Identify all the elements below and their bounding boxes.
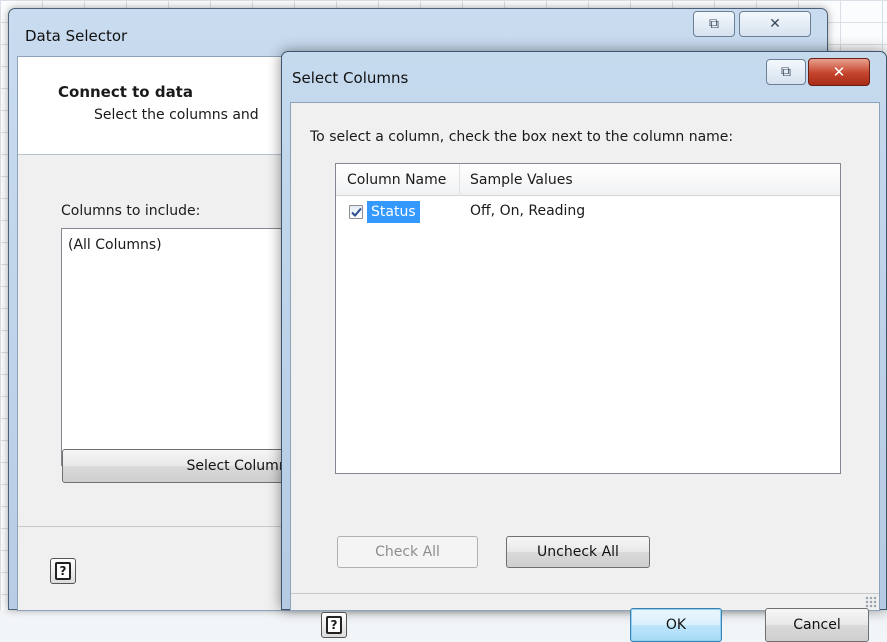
window-title: Data Selector bbox=[25, 27, 128, 45]
select-columns-client: To select a column, check the box next t… bbox=[290, 102, 880, 642]
close-icon: ✕ bbox=[832, 63, 846, 81]
resize-grip[interactable] bbox=[865, 596, 877, 608]
instruction-text: To select a column, check the box next t… bbox=[310, 129, 734, 145]
restore-button[interactable]: ⧉ bbox=[766, 59, 806, 85]
restore-icon: ⧉ bbox=[781, 64, 791, 80]
columns-listview[interactable]: Column Name Sample Values Status Off, On… bbox=[335, 163, 841, 474]
columns-list[interactable]: (All Columns) bbox=[61, 228, 291, 466]
check-all-button[interactable]: Check All bbox=[337, 536, 478, 568]
select-columns-button[interactable]: Select Columns bbox=[62, 449, 302, 483]
close-button[interactable]: ✕ bbox=[739, 11, 811, 37]
help-button[interactable]: ? bbox=[50, 558, 76, 584]
listview-header: Column Name Sample Values bbox=[336, 164, 840, 196]
header-title: Connect to data bbox=[58, 83, 193, 101]
help-icon: ? bbox=[55, 562, 71, 580]
column-header-name[interactable]: Column Name bbox=[347, 172, 446, 188]
restore-button[interactable]: ⧉ bbox=[693, 11, 735, 37]
header-subtitle: Select the columns and bbox=[94, 107, 259, 123]
uncheck-all-button[interactable]: Uncheck All bbox=[506, 536, 650, 568]
window-title: Select Columns bbox=[292, 69, 409, 87]
column-header-sample[interactable]: Sample Values bbox=[470, 172, 573, 188]
column-divider[interactable] bbox=[459, 164, 460, 196]
restore-icon: ⧉ bbox=[709, 16, 719, 32]
close-button[interactable]: ✕ bbox=[808, 58, 870, 86]
checkmark-icon bbox=[351, 207, 362, 217]
sample-values-cell: Off, On, Reading bbox=[470, 203, 586, 219]
close-icon: ✕ bbox=[769, 16, 781, 32]
divider bbox=[291, 593, 879, 594]
column-name-cell[interactable]: Status bbox=[367, 201, 420, 223]
list-item[interactable]: (All Columns) bbox=[68, 237, 162, 253]
cancel-button[interactable]: Cancel bbox=[765, 608, 869, 642]
status-checkbox[interactable] bbox=[349, 205, 363, 219]
ok-button[interactable]: OK bbox=[630, 608, 722, 642]
help-button[interactable]: ? bbox=[321, 612, 347, 638]
table-row[interactable]: Status Off, On, Reading bbox=[336, 198, 840, 224]
help-icon: ? bbox=[326, 616, 342, 634]
select-columns-window: Select Columns ⧉ ✕ To select a column, c… bbox=[281, 51, 887, 642]
columns-to-include-label: Columns to include: bbox=[61, 203, 201, 219]
